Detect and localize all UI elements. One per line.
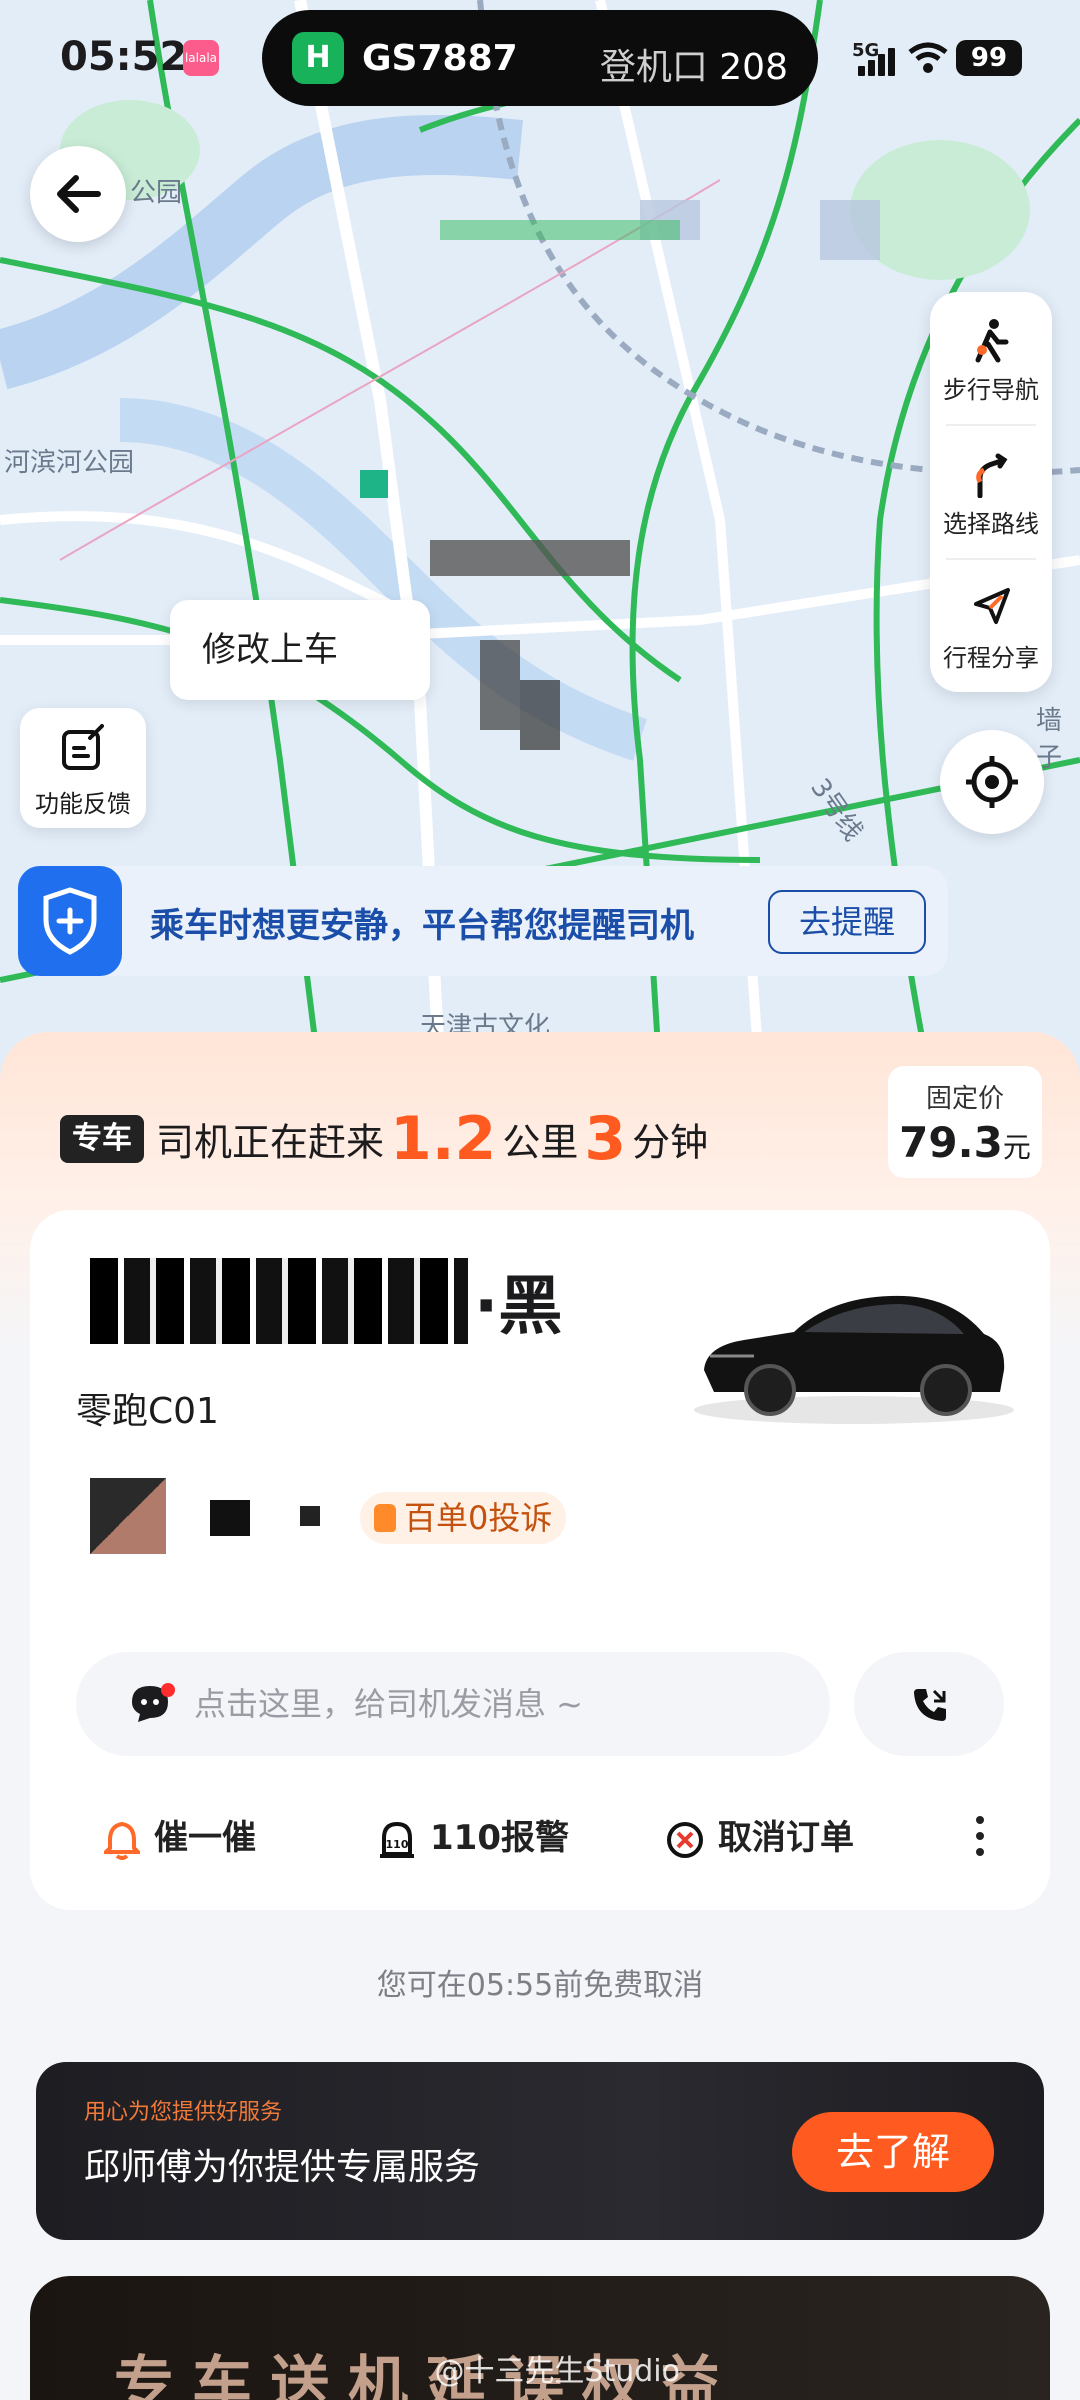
trip-status: 专车 司机正在赶来 1.2 公里 3 分钟	[60, 1104, 708, 1174]
gate-label: 登机口	[599, 47, 708, 88]
complaint-badge-label: 百单0投诉	[404, 1499, 553, 1537]
back-button[interactable]	[30, 146, 126, 242]
change-pickup-bubble[interactable]: 修改上车	[170, 600, 430, 700]
signal-icon	[858, 48, 898, 76]
status-bar: 05:52 lalala H GS7887 登机口 208 5G 99	[0, 0, 1080, 110]
gate-info: 登机口 208	[600, 38, 788, 90]
message-driver-field[interactable]	[76, 1652, 830, 1756]
quiet-ride-notice: 乘车时想更安静，平台帮您提醒司机 去提醒	[18, 866, 948, 976]
wifi-icon	[908, 42, 948, 73]
walk-navigation-label: 步行导航	[943, 376, 1039, 404]
price-amount: 79.3	[899, 1118, 1003, 1167]
call-driver-button[interactable]	[854, 1652, 1004, 1756]
driver-service-promo: 用心为您提供好服务 邱师傅为你提供专属服务 去了解	[36, 2062, 1044, 2240]
car-image	[694, 1295, 1014, 1424]
message-input[interactable]	[194, 1652, 794, 1756]
driver-name-mosaic	[210, 1500, 250, 1536]
license-plate: ·黑	[90, 1258, 562, 1344]
walk-icon	[975, 319, 1009, 363]
shield-icon	[18, 866, 122, 976]
promo-subtitle: 用心为您提供好服务	[84, 2100, 283, 2125]
remind-driver-button[interactable]: 去提醒	[768, 890, 926, 954]
urge-driver-label: 催一催	[154, 1818, 256, 1858]
trip-status-prefix: 司机正在赶来	[156, 1120, 385, 1165]
locate-button[interactable]	[940, 730, 1044, 834]
price-unit: 元	[1002, 1131, 1031, 1164]
feedback-label: 功能反馈	[35, 790, 131, 818]
notice-text: 乘车时想更安静，平台帮您提醒司机	[150, 906, 694, 946]
choose-route-label: 选择路线	[943, 510, 1039, 538]
map-label-park: 公园	[130, 178, 183, 208]
clock: 05:52	[60, 34, 188, 80]
police-alarm-label: 110报警	[430, 1818, 569, 1858]
urge-driver-button[interactable]: 催一催	[101, 1798, 256, 1878]
price-value: 79.3元	[888, 1118, 1042, 1167]
svg-text:110: 110	[386, 1838, 409, 1851]
plate-mosaic	[90, 1258, 468, 1344]
cancel-order-label: 取消订单	[718, 1818, 854, 1858]
eta-unit: 分钟	[632, 1120, 709, 1165]
action-bar: 催一催 110 110报警 取消订单	[30, 1798, 1050, 1878]
app-badge-icon: lalala	[183, 40, 219, 76]
flame-icon	[374, 1504, 396, 1532]
bell-icon	[101, 1821, 143, 1860]
driver-info: 百单0投诉	[90, 1478, 690, 1558]
cancel-order-button[interactable]: 取消订单	[666, 1798, 854, 1878]
map-tools-panel: 步行导航 选择路线 行程分享	[930, 292, 1052, 692]
promo-title: 邱师傅为你提供专属服务	[84, 2147, 481, 2188]
more-options-icon[interactable]	[970, 1816, 990, 1860]
complaint-badge: 百单0投诉	[360, 1492, 567, 1544]
driver-name-mosaic-2	[300, 1506, 320, 1526]
arrow-left-icon	[57, 175, 101, 213]
learn-more-button[interactable]: 去了解	[792, 2112, 994, 2192]
car-type-tag: 专车	[60, 1115, 144, 1163]
flight-logo-icon: H	[292, 32, 344, 84]
app-screen: 公园 河滨河公园 3号线 天津古文化 墙子 05:52 lalala H GS7…	[0, 0, 1080, 2400]
price-label: 固定价	[925, 1084, 1004, 1114]
car-model: 零跑C01	[76, 1391, 219, 1432]
watermark: @十三先生Studio	[434, 2354, 680, 2389]
battery-icon: 99	[956, 40, 1022, 76]
driver-card: ·黑 零跑C01 百单0投诉 点击这里，给司机发消息 ~ 催一催 110 110…	[30, 1210, 1050, 1910]
feedback-button[interactable]: 功能反馈	[20, 708, 146, 828]
phone-icon	[914, 1689, 946, 1721]
gate-number: 208	[719, 47, 788, 88]
driver-avatar[interactable]	[90, 1478, 166, 1554]
price-box[interactable]: 固定价 79.3元	[888, 1066, 1042, 1178]
distance-unit: 公里	[502, 1120, 579, 1165]
route-icon	[976, 453, 1008, 498]
free-cancel-note: 您可在05:55前免费取消	[376, 1968, 704, 2003]
police-alarm-button[interactable]: 110 110报警	[378, 1798, 569, 1878]
choose-route-button[interactable]: 选择路线	[930, 426, 1052, 558]
plate-suffix: ·黑	[474, 1270, 563, 1344]
distance-value: 1.2	[390, 1104, 497, 1174]
cancel-icon	[667, 1821, 703, 1858]
eta-value: 3	[584, 1104, 627, 1174]
share-icon	[974, 588, 1010, 624]
flight-number: GS7887	[362, 38, 518, 79]
map-label-riverside-park: 河滨河公园	[4, 448, 135, 478]
share-trip-button[interactable]: 行程分享	[930, 560, 1052, 692]
flight-live-activity[interactable]: H GS7887 登机口 208	[262, 10, 818, 106]
alarm-icon: 110	[380, 1821, 414, 1858]
trip-sheet: 专车司机正在赶来1.2公里3分钟 固定价 79.3元 ·黑 零跑C01	[0, 1032, 1080, 2400]
crosshair-icon	[966, 756, 1018, 808]
walk-navigation-button[interactable]: 步行导航	[930, 292, 1052, 424]
share-trip-label: 行程分享	[943, 644, 1039, 672]
chat-bubble-icon	[132, 1683, 175, 1722]
edit-icon	[62, 724, 104, 770]
